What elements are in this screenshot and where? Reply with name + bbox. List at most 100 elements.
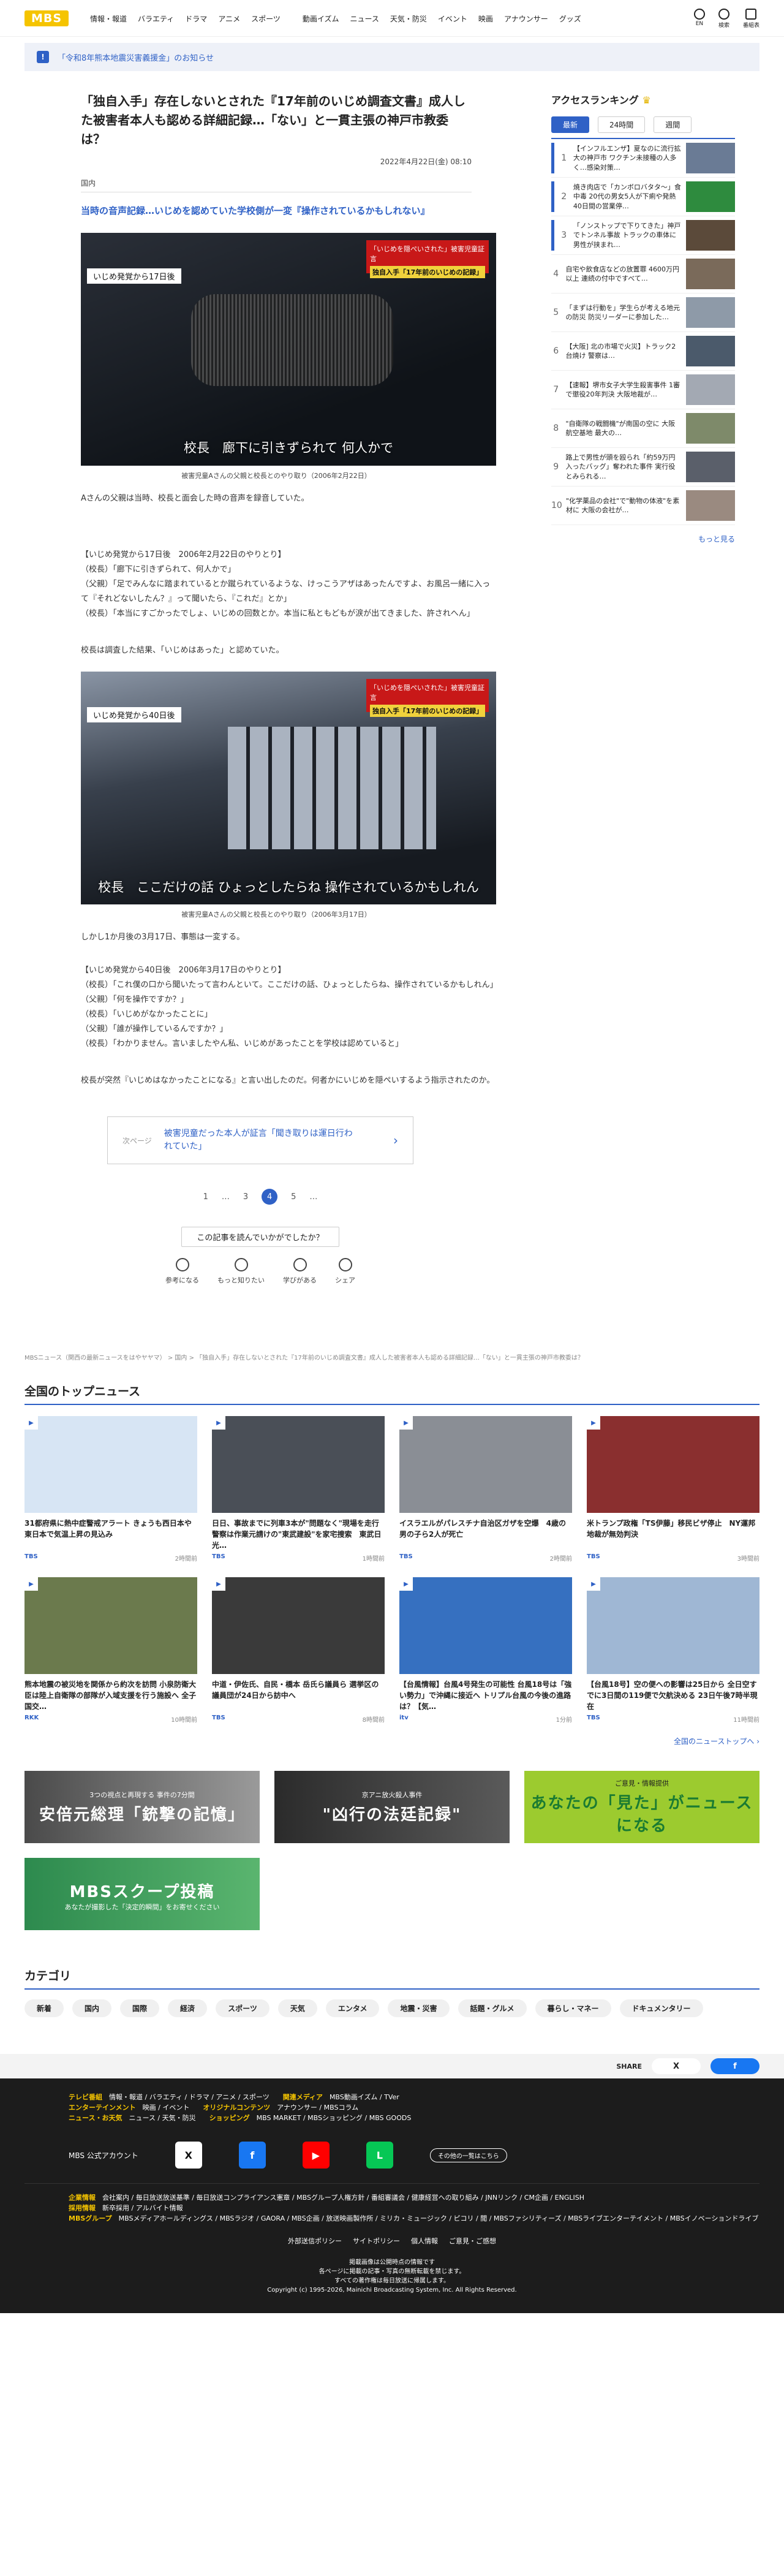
nav-item-news2[interactable]: ニュース — [344, 13, 384, 24]
learning-button[interactable]: 学びがある — [283, 1258, 317, 1285]
category-chip[interactable]: 新着 — [24, 1999, 64, 2018]
page-current[interactable]: 4 — [262, 1189, 278, 1205]
share-button[interactable]: シェア — [335, 1258, 355, 1285]
news-card[interactable]: ▶ 中道・伊佐氏、自民・橋本 岳氏ら議員ら 選挙区の議員団が24日から訪中へ TBS… — [212, 1577, 385, 1724]
news-title: 【台風18号】空の便への影響は25日から 全日空すでに3日間の119便で欠航決め… — [587, 1680, 758, 1711]
nav-item-variety[interactable]: バラエティ — [132, 13, 179, 24]
notice-banner[interactable]: ! 「令和8年熊本地震災害義援金」のお知らせ — [24, 43, 760, 71]
tab-24h[interactable]: 24時間 — [598, 116, 646, 133]
nav-item-drama[interactable]: ドラマ — [179, 13, 213, 24]
nav-item-news[interactable]: 情報・報道 — [85, 13, 132, 24]
news-card[interactable]: ▶ イスラエルがパレスチナ自治区ガザを空爆 4歳の男の子ら2人が死亡 TBS 2時間前 — [399, 1416, 572, 1563]
ranking-item[interactable]: 2 焼き肉店で「カンボロバタタ～」食中毒 20代の男女5人が下痢や発熱 40日間の… — [551, 178, 735, 216]
category-chip[interactable]: 暮らし・マネー — [535, 1999, 611, 2018]
sns-more-link[interactable]: その他の一覧はこちら — [429, 2148, 507, 2162]
tab-weekly[interactable]: 週間 — [654, 116, 692, 133]
article-category[interactable]: 国内 — [81, 178, 472, 192]
share-x-button[interactable]: X — [652, 2058, 701, 2075]
banner-tip[interactable]: ご意見・情報提供 あなたの「見た」がニュースになる — [524, 1771, 760, 1844]
news-card[interactable]: ▶ 熊本地震の被災地を関係から約次を訪問 小泉防衛大臣は陸上自衛隊の部隊が入域支援… — [24, 1577, 197, 1724]
nav-item-sports[interactable]: スポーツ — [246, 13, 286, 24]
page-5[interactable]: 5 — [291, 1192, 296, 1202]
paragraph: 校長は調査した結果、「いじめはあった」と認めていた。 — [81, 645, 284, 655]
ranking-sidebar: アクセスランキング ♛ 最新 24時間 週間 1 【インフルエンザ】夏なのに流行拡… — [551, 92, 735, 1285]
banner-scoop[interactable]: MBSスクープ投稿 あなたが撮影した「決定的瞬間」をお寄せください — [24, 1858, 260, 1931]
breadcrumb[interactable]: MBSニュース（関西の最新ニュースをはやヤヤマ） > 国内 > 「独自入手」存在… — [24, 1352, 760, 1362]
footer-corp-row[interactable]: MBSグループ MBSメディアホールディングス / MBSラジオ / GAORA… — [69, 2213, 760, 2224]
ranking-more-link[interactable]: もっと見る — [551, 534, 735, 544]
notice-text: 「令和8年熊本地震災害義援金」のお知らせ — [58, 53, 214, 63]
helpful-button[interactable]: 参考になる — [165, 1258, 199, 1285]
footer-nav-row[interactable]: エンターテインメント 映画 / イベント オリジナルコンテンツ アナウンサー /… — [69, 2102, 760, 2113]
ranking-item[interactable]: 1 【インフルエンザ】夏なのに流行拡大の神戸市 ワクチン未接種の人多く…感染対策… — [551, 139, 735, 178]
ranking-item[interactable]: 4 自宅や飲食店などの放置罪 4600万円以上 連続の付中ですべて… — [551, 255, 735, 294]
category-chip[interactable]: 話題・グルメ — [458, 1999, 527, 2018]
search-button[interactable]: 検索 — [718, 8, 729, 29]
ranking-item[interactable]: 9 路上で男性が頭を殴られ「約59万円入ったバッグ」奪われた事件 実行役とみられる… — [551, 448, 735, 487]
category-chip[interactable]: 国際 — [120, 1999, 160, 2018]
ranking-item[interactable]: 7 【速報】堺市女子大学生殺害事件 1審で懲役20年判決 大阪地裁が… — [551, 371, 735, 409]
ranking-item[interactable]: 10 "化学薬品の会社"で"動物の体液"を素材に 大阪の会社が… — [551, 487, 735, 525]
ranking-item[interactable]: 3 「ノンストップで下りてきた」神戸でトンネル事故 トラックの車体に男性が挟まれ… — [551, 216, 735, 255]
footer-policy-link[interactable]: 個人情報 — [411, 2236, 438, 2246]
footer-policy-link[interactable]: サイトポリシー — [353, 2236, 400, 2246]
page-3[interactable]: 3 — [243, 1192, 248, 1202]
ranking-item[interactable]: 5 「まずは行動を」学生らが考える地元の防災 防災リーダーに参加した… — [551, 294, 735, 332]
nav-item-goods[interactable]: グッズ — [554, 13, 587, 24]
ranking-thumbnail — [686, 452, 735, 482]
mbs-logo[interactable]: MBS — [24, 10, 69, 26]
page-1[interactable]: 1 — [203, 1192, 208, 1202]
tab-latest[interactable]: 最新 — [551, 116, 590, 133]
footer-nav-row[interactable]: テレビ番組 情報・報道 / バラエティ / ドラマ / アニメ / スポーツ 関… — [69, 2092, 760, 2102]
nav-item-weather[interactable]: 天気・防災 — [385, 13, 432, 24]
nav-item-anime[interactable]: アニメ — [213, 13, 246, 24]
news-source: itv — [399, 1714, 409, 1722]
category-chip[interactable]: 国内 — [72, 1999, 112, 2018]
category-chip[interactable]: エンタメ — [325, 1999, 380, 2018]
facebook-icon[interactable]: f — [238, 2142, 266, 2169]
next-page-link[interactable]: 次ページ 被害児童だった本人が証言「聞き取りは運日行われていた」 › — [107, 1116, 413, 1165]
news-title: 【台風情報】台風4号発生の可能性 台風18号は「強い勢力」で沖縄に接近へ トリプ… — [399, 1680, 572, 1711]
news-source: TBS — [212, 1553, 225, 1561]
nav-item-douga-ism[interactable]: 動画イズム — [297, 13, 345, 24]
category-chip[interactable]: 地震・災害 — [388, 1999, 450, 2018]
next-page-label: 次ページ — [123, 1136, 152, 1145]
footer-policy-link[interactable]: ご意見・ご感想 — [449, 2236, 496, 2246]
news-card[interactable]: ▶ 【台風情報】台風4号発生の可能性 台風18号は「強い勢力」で沖縄に接近へ トリ… — [399, 1577, 572, 1724]
footer-corp-row[interactable]: 企業情報 会社案内 / 毎日放送放送基準 / 毎日放送コンプライアンス憲章 / … — [69, 2192, 760, 2203]
ranking-thumbnail — [686, 413, 735, 444]
footer-corp-row[interactable]: 採用情報 新卒採用 / アルバイト情報 — [69, 2203, 760, 2213]
news-time: 2時間前 — [175, 1556, 197, 1563]
share-facebook-button[interactable]: f — [710, 2058, 760, 2075]
banner-kyoani[interactable]: 京アニ放火殺人事件 "凶行の法廷記録" — [274, 1771, 510, 1844]
news-time: 1時間前 — [362, 1556, 385, 1563]
nav-item-announcer[interactable]: アナウンサー — [499, 13, 554, 24]
banner-abe[interactable]: 3つの視点と再現する 事件の7分間 安倍元総理「銃撃の記憶」 — [24, 1771, 260, 1844]
category-chip[interactable]: 経済 — [168, 1999, 208, 2018]
article-photo-1: いじめ発覚から17日後 「いじめを隠ぺいされた」被害児童証言 独自入手「17年前の… — [81, 232, 496, 466]
news-card[interactable]: ▶ 日日、事故までに列車3本が"問題なく"現場を走行 警察は作業元請けの"東武建設… — [212, 1416, 386, 1563]
nav-item-movie[interactable]: 映画 — [473, 13, 499, 24]
category-chip[interactable]: スポーツ — [216, 1999, 270, 2018]
news-card[interactable]: ▶ 米トランプ政権「TS伊藤」移民ビザ停止 NY運邦地裁が無効判決 TBS 3時間前 — [587, 1416, 760, 1563]
nav-item-event[interactable]: イベント — [432, 13, 473, 24]
news-card[interactable]: ▶ 【台風18号】空の便への影響は25日から 全日空すでに3日間の119便で欠航決… — [587, 1577, 760, 1724]
program-icon — [745, 8, 757, 20]
language-button[interactable]: EN — [693, 8, 705, 29]
youtube-icon[interactable]: ▶ — [302, 2142, 330, 2169]
category-chip[interactable]: ドキュメンタリー — [619, 1999, 703, 2018]
ranking-item[interactable]: 8 "自衛隊の戦闘機"が南国の空に 大阪航空基地 最大の… — [551, 409, 735, 448]
globe-icon — [693, 8, 705, 20]
footer-policy-link[interactable]: 外部送信ポリシー — [288, 2236, 342, 2246]
ranking-item[interactable]: 6 【大阪] 北の市場で火災】トラック2台焼け 警察は… — [551, 332, 735, 371]
all-news-link[interactable]: 全国のニューストップへ › — [24, 1736, 760, 1746]
line-icon[interactable]: L — [366, 2142, 393, 2169]
program-guide-button[interactable]: 番組表 — [743, 8, 760, 29]
category-chip[interactable]: 天気 — [277, 1999, 317, 2018]
news-card[interactable]: ▶ 31都府県に熱中症警戒アラート きょうも西日本や東日本で気温上昇の見込み TBS… — [24, 1416, 197, 1563]
share-label: SHARE — [616, 2062, 642, 2070]
want-more-button[interactable]: もっと知りたい — [217, 1258, 265, 1285]
x-icon[interactable]: X — [175, 2142, 202, 2169]
footer-nav-row[interactable]: ニュース・お天気 ニュース / 天気・防災 ショッピング MBS MARKET … — [69, 2113, 760, 2123]
bulb-icon — [175, 1258, 189, 1272]
